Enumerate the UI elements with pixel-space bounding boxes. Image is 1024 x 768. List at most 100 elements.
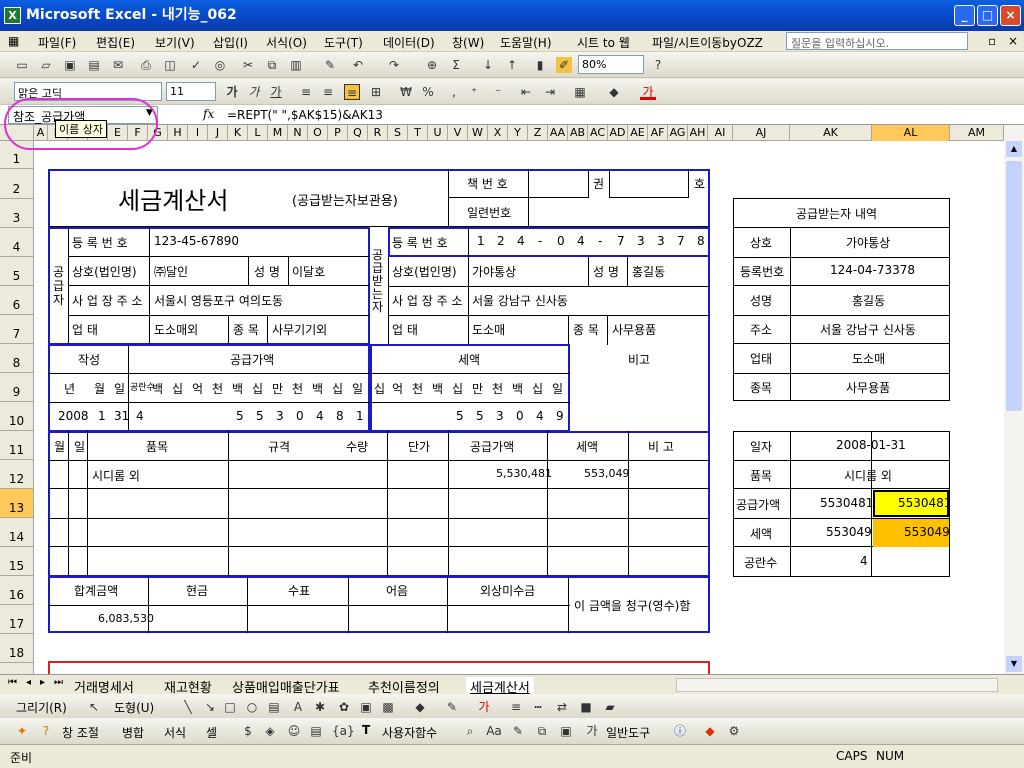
dollar-icon[interactable]: $ [240,723,256,739]
row-header[interactable]: 15 [0,547,33,576]
new-icon[interactable]: ▭ [14,57,30,73]
col-header[interactable]: Z [528,125,548,141]
permission-icon[interactable]: ▤ [86,57,102,73]
row-header[interactable]: 7 [0,315,33,344]
row-header[interactable]: 5 [0,257,33,286]
minimize-button[interactable]: _ [954,5,975,26]
wordart-icon[interactable]: A [290,699,306,715]
comma-button[interactable]: , [446,84,462,100]
scroll-down-icon[interactable]: ▼ [1006,656,1022,672]
col-header[interactable]: N [288,125,308,141]
array-icon[interactable]: {a} [332,723,355,739]
help-ext-icon[interactable]: ? [38,723,54,739]
row-header[interactable]: 11 [0,431,33,460]
select-objects-icon[interactable]: ↖ [86,699,102,715]
maximize-button[interactable]: □ [977,5,998,26]
col-header[interactable]: T [408,125,428,141]
bold-button[interactable]: 가 [224,84,240,100]
rectangle-icon[interactable]: □ [222,699,238,715]
redo-icon[interactable]: ↷ [386,57,402,73]
decrease-indent-icon[interactable]: ⇤ [518,84,534,100]
menu-insert[interactable]: 삽입(I) [213,34,248,51]
row-header[interactable]: 9 [0,373,33,402]
diamond-icon[interactable]: ◆ [702,723,718,739]
oval-icon[interactable]: ○ [244,699,260,715]
hyperlink-icon[interactable]: ⊕ [424,57,440,73]
scroll-thumb[interactable] [1006,161,1022,411]
gear-icon[interactable]: ⚙ [726,723,742,739]
3d-style-icon[interactable]: ▰ [602,699,618,715]
mask-icon[interactable]: ☺ [286,723,302,739]
line-color-icon[interactable]: ✎ [444,699,460,715]
restore-doc-icon[interactable]: ▫ [988,34,996,48]
copy-format-icon[interactable]: ⧉ [534,723,550,739]
col-header[interactable]: O [308,125,328,141]
col-header[interactable]: Y [508,125,528,141]
sort-ascending-icon[interactable]: ↓ [480,57,496,73]
help-icon[interactable]: ? [650,57,666,73]
fill-bucket-icon[interactable]: ◆ [412,699,428,715]
general-tools-button[interactable]: 일반도구 [606,724,650,741]
font-ga-icon[interactable]: 가 [584,723,600,739]
col-header[interactable]: V [448,125,468,141]
arrow-icon[interactable]: ↘ [202,699,218,715]
col-header[interactable]: AB [568,125,588,141]
row-header[interactable]: 2 [0,169,33,199]
increase-indent-icon[interactable]: ⇥ [542,84,558,100]
col-header[interactable]: L [248,125,268,141]
print-icon[interactable]: ⎙ [138,57,154,73]
increase-decimal-icon[interactable]: ⁺ [466,84,482,100]
info-icon[interactable]: ⓘ [672,723,688,739]
shadow-icon[interactable]: ▩ [380,699,396,715]
col-header[interactable]: R [368,125,388,141]
row-header[interactable]: 3 [0,199,33,228]
formula-input[interactable]: =REPT(" ",$AK$15)&AK13 [227,108,383,122]
font-color-icon[interactable]: 가 [640,84,656,100]
underline-button[interactable]: 가 [268,84,284,100]
currency-button[interactable]: ₩ [398,84,414,100]
insert-function-icon[interactable]: fx [203,107,214,121]
col-header[interactable]: AC [588,125,608,141]
format-button[interactable]: 서식 [164,724,186,741]
diagram-icon[interactable]: ✱ [312,699,328,715]
search-icon[interactable]: ⌕ [462,723,478,739]
col-header[interactable]: Q [348,125,368,141]
font-aa-icon[interactable]: Aa [486,723,502,739]
autosum-icon[interactable]: Σ [448,57,464,73]
menu-help[interactable]: 도움말(H) [500,34,552,51]
tab-nav-last-icon[interactable]: ⏭ [54,677,63,688]
line-style-icon[interactable]: ≡ [508,699,524,715]
col-header[interactable]: K [228,125,248,141]
tag-icon[interactable]: ◈ [262,723,278,739]
close-button[interactable]: × [1000,5,1021,26]
row-header[interactable]: 12 [0,460,33,489]
col-header[interactable]: AA [548,125,568,141]
tab-nav-first-icon[interactable]: ⏮ [8,677,17,688]
cut-icon[interactable]: ✂ [240,57,256,73]
print-preview-icon[interactable]: ◫ [162,57,178,73]
research-icon[interactable]: ◎ [212,57,228,73]
close-doc-icon[interactable]: × [1008,34,1018,48]
col-header-selected[interactable]: AL [872,125,950,141]
col-header[interactable]: W [468,125,488,141]
col-header[interactable]: H [168,125,188,141]
sheet-grid[interactable]: 세금계산서 (공급받는자보관용) 책 번 호 권 호 일련번호 공급자 등 록 … [34,141,1004,674]
col-header[interactable]: M [268,125,288,141]
workbook-icon[interactable]: ▦ [8,34,19,48]
sort-descending-icon[interactable]: ↑ [504,57,520,73]
align-left-icon[interactable]: ≡ [298,84,314,100]
menu-file[interactable]: 파일(F) [38,34,76,51]
email-icon[interactable]: ✉ [110,57,126,73]
decrease-decimal-icon[interactable]: ⁻ [490,84,506,100]
row-header[interactable]: 4 [0,228,33,257]
vertical-scrollbar[interactable]: ▲ ▼ [1004,125,1024,674]
text-tool-icon[interactable]: T [362,723,370,737]
dash-style-icon[interactable]: ┅ [530,699,546,715]
clipart-icon[interactable]: ✿ [336,699,352,715]
fox-icon[interactable]: ✦ [14,723,30,739]
format-painter-icon[interactable]: ✎ [322,57,338,73]
tab-nav-next-icon[interactable]: ▸ [40,677,45,688]
row-header[interactable]: 16 [0,576,33,605]
save-icon[interactable]: ▣ [62,57,78,73]
col-header[interactable]: AK [790,125,872,141]
